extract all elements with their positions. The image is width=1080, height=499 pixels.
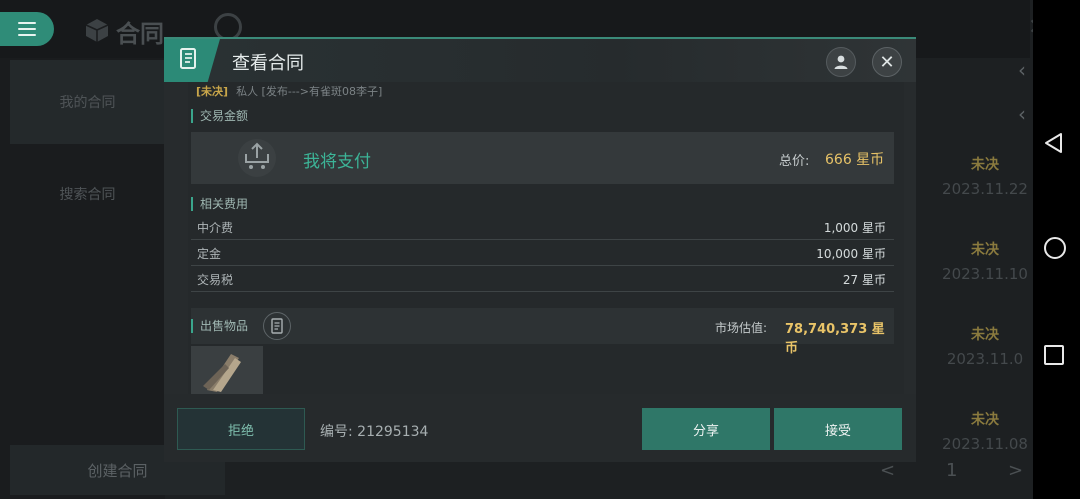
date-text: 2023.11.08 [942, 435, 1028, 453]
dialog-title: 查看合同 [232, 53, 304, 74]
back-icon[interactable] [1043, 132, 1065, 154]
contract-summary-line: [未决] 私人 [发布--->有雀斑08李子] [196, 83, 382, 99]
fee-name: 中介费 [197, 221, 234, 235]
fee-value: 10,000 星币 [816, 247, 886, 261]
dialog-header: 查看合同 ✕ [164, 37, 916, 82]
payment-box: 我将支付 总价: 666 星币 [191, 132, 894, 184]
contract-icon [180, 48, 196, 69]
status-badge: [未决] [196, 85, 229, 98]
fee-value: 1,000 星币 [823, 221, 886, 235]
sale-items-header: 出售物品 市场估值: 78,740,373 星币 [191, 308, 894, 356]
pager-current-page: 1 [946, 460, 958, 481]
close-icon: ✕ [879, 51, 895, 73]
fee-value: 27 星币 [842, 273, 886, 287]
android-nav-bar [1033, 0, 1080, 499]
sidebar-item-search-contracts[interactable]: 搜索合同 [10, 152, 165, 236]
status-badge: 未决 [971, 242, 999, 258]
contract-party-text: 私人 [发布--->有雀斑08李子] [236, 85, 383, 98]
sale-items-label: 出售物品 [191, 319, 248, 333]
pager-prev-button[interactable]: < [880, 460, 895, 481]
accept-button[interactable]: 接受 [774, 408, 902, 450]
reject-button[interactable]: 拒绝 [177, 408, 305, 450]
status-badge: 未决 [971, 327, 999, 343]
list-item[interactable]: 未决 2023.11.10 [935, 239, 1035, 283]
chevron-left-icon[interactable]: ‹ [1018, 102, 1026, 126]
fee-name: 交易税 [197, 273, 234, 287]
list-item[interactable]: 未决 2023.11.0 [935, 324, 1035, 368]
total-price-label: 总价: [779, 154, 810, 169]
cube-icon [85, 19, 109, 42]
document-icon [271, 318, 283, 334]
item-thumbnail[interactable] [191, 346, 263, 394]
user-icon [834, 55, 848, 69]
status-badge: 未决 [971, 157, 999, 173]
trade-amount-label: 交易金额 [191, 109, 248, 123]
share-button[interactable]: 分享 [642, 408, 770, 450]
header-tab [164, 39, 220, 82]
market-value-label: 市场估值: [715, 321, 768, 335]
fee-row: 中介费 1,000 星币 [191, 214, 894, 240]
contract-serial: 编号: 21295134 [320, 424, 429, 440]
pager-next-button[interactable]: > [1008, 460, 1023, 481]
item-image [191, 346, 263, 394]
status-badge: 未决 [971, 412, 999, 428]
menu-icon [18, 22, 36, 36]
list-item[interactable]: 未决 2023.11.08 [935, 409, 1035, 453]
contract-details: [未决] 私人 [发布--->有雀斑08李子] 交易金额 我将支付 总价: 666… [188, 82, 904, 394]
fees-label: 相关费用 [191, 197, 248, 211]
cart-upload-icon [238, 139, 276, 177]
date-text: 2023.11.10 [942, 265, 1028, 283]
sidebar: 我的合同 搜索合同 [0, 58, 165, 499]
user-button[interactable] [826, 47, 856, 77]
recents-icon[interactable] [1044, 345, 1064, 365]
market-value: 78,740,373 星币 [785, 322, 885, 356]
fee-row: 定金 10,000 星币 [191, 240, 894, 266]
dialog-footer: 拒绝 编号: 21295134 分享 接受 [164, 394, 916, 462]
chevron-left-icon[interactable]: ‹ [1018, 58, 1026, 82]
date-text: 2023.11.22 [942, 180, 1028, 198]
fee-name: 定金 [197, 247, 222, 261]
total-price-value: 666 星币 [825, 152, 885, 168]
page-title: 合同 [116, 20, 164, 48]
home-icon[interactable] [1044, 237, 1066, 259]
menu-button[interactable] [0, 12, 54, 46]
pay-direction-text: 我将支付 [303, 152, 371, 172]
view-contract-dialog: 查看合同 ✕ [未决] 私人 [发布--->有雀斑08李子] 交易金额 我将支付… [164, 37, 916, 462]
fee-row: 交易税 27 星币 [191, 266, 894, 292]
sidebar-item-my-contracts[interactable]: 我的合同 [10, 60, 165, 144]
date-text: 2023.11.0 [946, 350, 1024, 368]
pagination: < 1 > 1 [880, 460, 1051, 490]
close-button[interactable]: ✕ [872, 47, 902, 77]
item-list-button[interactable] [263, 312, 291, 340]
list-item[interactable]: 未决 2023.11.22 [935, 154, 1035, 198]
